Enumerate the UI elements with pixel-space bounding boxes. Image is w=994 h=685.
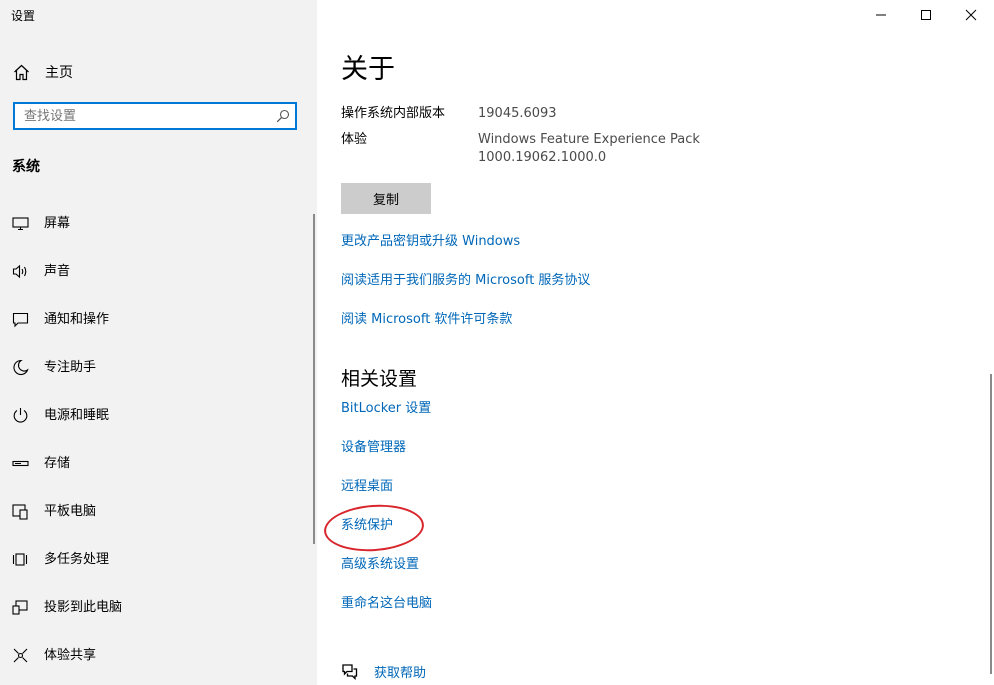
sidebar-item-label: 声音 bbox=[44, 264, 71, 279]
maximize-button[interactable] bbox=[903, 0, 949, 30]
help-chat-icon bbox=[342, 663, 358, 680]
spec-value-experience-line2: 1000.19062.1000.0 bbox=[478, 150, 607, 165]
annotation-circle bbox=[322, 501, 426, 555]
window-title: 设置 bbox=[11, 9, 36, 23]
sidebar-item-tablet[interactable]: 平板电脑 bbox=[0, 489, 312, 533]
minimize-icon bbox=[876, 14, 886, 16]
sidebar-scrollbar[interactable] bbox=[313, 214, 315, 544]
sidebar-section-title: 系统 bbox=[12, 159, 40, 175]
minimize-button[interactable] bbox=[858, 0, 904, 30]
moon-icon bbox=[13, 359, 29, 376]
sidebar-home-label: 主页 bbox=[45, 65, 73, 81]
link-bitlocker-settings[interactable]: BitLocker 设置 bbox=[341, 400, 431, 418]
sidebar-item-multitasking[interactable]: 多任务处理 bbox=[0, 537, 312, 581]
sidebar-item-label: 专注助手 bbox=[44, 360, 97, 375]
spec-value-experience-line1: Windows Feature Experience Pack bbox=[478, 132, 700, 147]
search-box[interactable] bbox=[13, 102, 297, 130]
sidebar-item-shared-experiences[interactable]: 体验共享 bbox=[0, 633, 312, 677]
speaker-icon bbox=[12, 264, 27, 279]
display-icon bbox=[12, 217, 29, 231]
link-rename-pc[interactable]: 重命名这台电脑 bbox=[341, 595, 432, 613]
sidebar-item-focus-assist[interactable]: 专注助手 bbox=[0, 345, 312, 389]
close-icon bbox=[965, 9, 977, 21]
storage-icon bbox=[12, 460, 29, 467]
link-device-manager[interactable]: 设备管理器 bbox=[341, 439, 406, 457]
link-change-product-key[interactable]: 更改产品密钥或升级 Windows bbox=[341, 233, 520, 251]
sidebar-item-storage[interactable]: 存储 bbox=[0, 441, 312, 485]
sidebar-item-notifications[interactable]: 通知和操作 bbox=[0, 297, 312, 341]
sidebar-item-label: 平板电脑 bbox=[44, 504, 97, 519]
projection-icon bbox=[12, 600, 28, 615]
sidebar-item-label: 电源和睡眠 bbox=[44, 408, 110, 423]
link-microsoft-services-agreement[interactable]: 阅读适用于我们服务的 Microsoft 服务协议 bbox=[341, 272, 590, 290]
get-help-label: 获取帮助 bbox=[374, 665, 427, 681]
link-software-license-terms[interactable]: 阅读 Microsoft 软件许可条款 bbox=[341, 311, 512, 329]
power-icon bbox=[13, 408, 28, 423]
sidebar-item-label: 多任务处理 bbox=[44, 552, 110, 567]
close-button[interactable] bbox=[948, 0, 994, 30]
link-remote-desktop[interactable]: 远程桌面 bbox=[341, 478, 393, 496]
spec-label-os-build: 操作系统内部版本 bbox=[341, 106, 446, 121]
sidebar-item-sound[interactable]: 声音 bbox=[0, 249, 312, 293]
sidebar-item-display[interactable]: 屏幕 bbox=[0, 201, 312, 245]
spec-label-experience: 体验 bbox=[341, 132, 368, 147]
search-input[interactable] bbox=[15, 104, 274, 128]
main-content: 关于 操作系统内部版本 19045.6093 体验 Windows Featur… bbox=[317, 0, 994, 685]
link-advanced-system-settings[interactable]: 高级系统设置 bbox=[341, 556, 419, 574]
sidebar-home[interactable]: 主页 bbox=[13, 62, 73, 82]
maximize-icon bbox=[921, 10, 931, 20]
sidebar-item-label: 通知和操作 bbox=[44, 312, 110, 327]
sidebar-item-label: 体验共享 bbox=[44, 648, 97, 663]
sidebar: 设置 主页 系统 屏幕 声音 通知和操作 bbox=[0, 0, 317, 685]
tablet-icon bbox=[12, 504, 28, 520]
search-icon[interactable] bbox=[276, 109, 290, 123]
sidebar-item-label: 屏幕 bbox=[44, 216, 71, 231]
page-title: 关于 bbox=[341, 54, 395, 85]
get-help-link[interactable]: 获取帮助 bbox=[341, 661, 426, 681]
share-icon bbox=[13, 648, 28, 663]
home-icon bbox=[14, 64, 29, 80]
sidebar-item-label: 投影到此电脑 bbox=[44, 600, 123, 615]
message-icon bbox=[12, 312, 29, 328]
copy-button[interactable]: 复制 bbox=[341, 183, 431, 214]
multitasking-icon bbox=[12, 553, 28, 566]
spec-value-os-build: 19045.6093 bbox=[478, 106, 557, 121]
sidebar-item-label: 存储 bbox=[44, 456, 71, 471]
related-settings-title: 相关设置 bbox=[341, 368, 418, 390]
main-scrollbar[interactable] bbox=[990, 374, 992, 674]
sidebar-item-power[interactable]: 电源和睡眠 bbox=[0, 393, 312, 437]
sidebar-item-project-to-pc[interactable]: 投影到此电脑 bbox=[0, 585, 312, 629]
